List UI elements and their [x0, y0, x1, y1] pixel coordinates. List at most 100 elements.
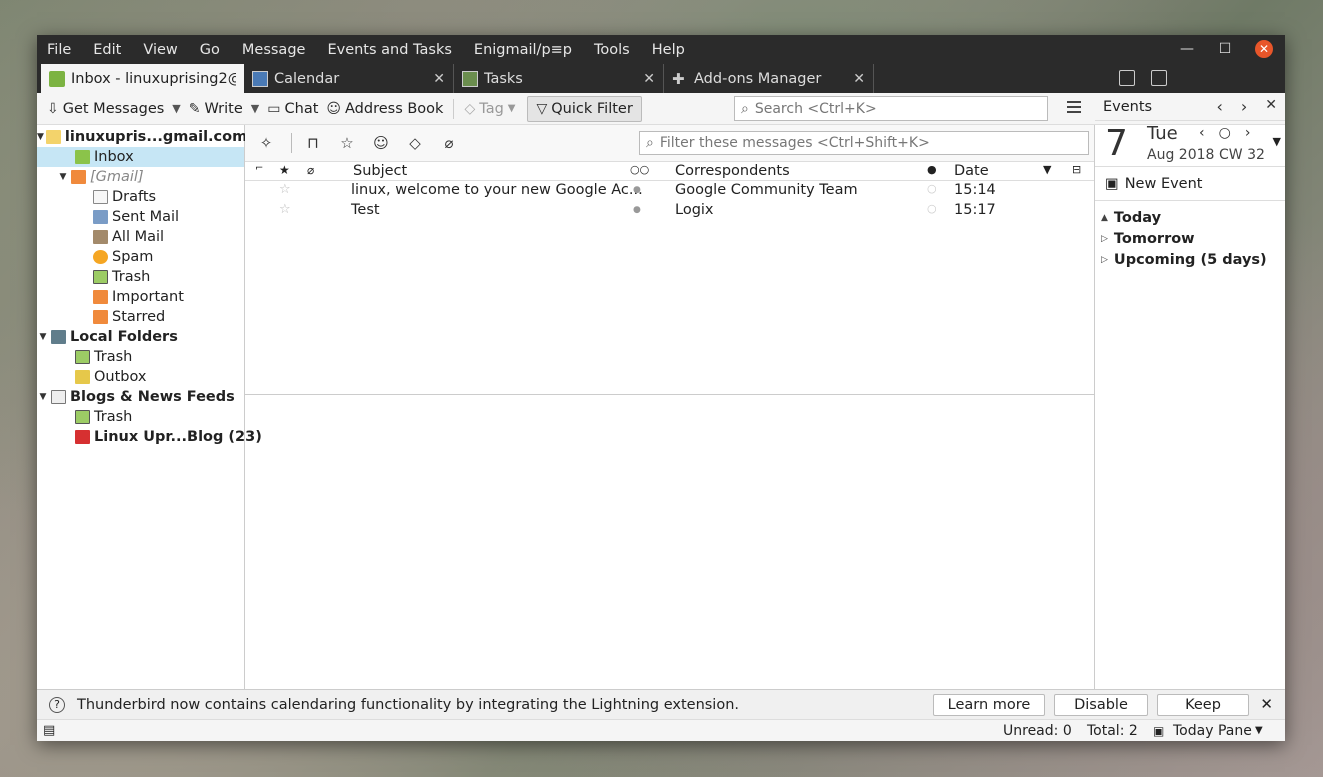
column-date[interactable]: Date — [954, 163, 989, 179]
table-row[interactable]: ☆ linux, welcome to your new Google Ac..… — [245, 181, 1094, 201]
read-column-icon[interactable]: ○○ — [630, 163, 649, 176]
twisty-open-icon[interactable]: ▼ — [37, 132, 44, 142]
chevron-right-icon[interactable]: › — [1241, 97, 1247, 116]
menu-go[interactable]: Go — [200, 42, 220, 58]
junk-icon[interactable]: ○ — [927, 202, 937, 215]
tab-tasks[interactable]: Tasks ✕ — [454, 64, 664, 93]
tag-icon[interactable]: ◇ — [406, 134, 424, 152]
attachment-icon[interactable]: ⌀ — [440, 134, 458, 152]
chat-button[interactable]: ▭ Chat — [263, 96, 322, 122]
star-icon[interactable]: ☆ — [279, 202, 291, 217]
keep-button[interactable]: Keep — [1157, 694, 1249, 716]
chevron-down-icon[interactable]: ▼ — [1043, 163, 1051, 176]
folder-feed-blog[interactable]: Linux Upr...Blog (23) — [37, 427, 262, 447]
close-icon[interactable]: ✕ — [433, 71, 445, 87]
close-icon[interactable]: ✕ — [1265, 97, 1277, 116]
folder-all-mail[interactable]: All Mail — [37, 227, 244, 247]
disable-button[interactable]: Disable — [1054, 694, 1148, 716]
folder-important-label: Important — [112, 289, 184, 305]
search-icon: ⌕ — [741, 100, 749, 117]
today-circle-icon[interactable]: ○ — [1219, 125, 1231, 141]
star-icon[interactable]: ☆ — [279, 182, 291, 197]
twisty-open-icon[interactable]: ▼ — [37, 332, 49, 342]
close-icon[interactable]: ✕ — [853, 71, 865, 87]
tab-calendar[interactable]: Calendar ✕ — [244, 64, 454, 93]
menu-help[interactable]: Help — [652, 42, 685, 58]
folder-spam[interactable]: Spam — [37, 247, 244, 267]
table-row[interactable]: ☆ Test ● Logix ○ 15:17 — [245, 201, 1094, 221]
star-icon[interactable]: ☆ — [338, 134, 356, 152]
chevron-down-icon[interactable]: ▼ — [168, 102, 184, 115]
column-correspondents[interactable]: Correspondents — [675, 163, 790, 179]
quick-filter-button[interactable]: ▽ Quick Filter — [527, 95, 642, 122]
chevron-right-icon[interactable]: › — [1245, 125, 1251, 141]
folder-inbox[interactable]: Inbox — [37, 147, 244, 167]
tag-button[interactable]: ◇ Tag ▼ — [460, 96, 519, 122]
today-pane-toggle[interactable]: Today Pane — [1173, 723, 1252, 739]
pin-icon[interactable]: ✧ — [257, 134, 275, 152]
tasks-tab-icon[interactable] — [1151, 70, 1167, 86]
menu-events-tasks[interactable]: Events and Tasks — [327, 42, 451, 58]
chevron-down-icon[interactable]: ▼ — [1255, 725, 1263, 736]
agenda-tomorrow[interactable]: ▷ Tomorrow — [1095, 228, 1285, 249]
folder-starred[interactable]: Starred — [37, 307, 244, 327]
search-input[interactable]: ⌕ Search <Ctrl+K> — [734, 96, 1048, 121]
contact-icon[interactable]: ☺ — [372, 134, 390, 152]
column-subject[interactable]: Subject — [353, 163, 407, 179]
tab-inbox[interactable]: Inbox - linuxuprising2@gmail.com — [41, 64, 244, 93]
close-window-icon[interactable]: ✕ — [1255, 40, 1273, 58]
folder-gmail[interactable]: ▼ [Gmail] — [37, 167, 244, 187]
minimize-icon[interactable]: — — [1179, 41, 1195, 57]
thread-icon[interactable]: ⌐ — [255, 163, 263, 174]
twisty-open-icon[interactable]: ▼ — [57, 172, 69, 182]
folder-trash[interactable]: Trash — [37, 267, 244, 287]
menu-edit[interactable]: Edit — [93, 42, 121, 58]
menu-message[interactable]: Message — [242, 42, 306, 58]
agenda-today[interactable]: ▲ Today — [1095, 207, 1285, 228]
get-messages-button[interactable]: ⇩ Get Messages — [43, 96, 168, 122]
folder-feeds-trash[interactable]: Trash — [37, 407, 244, 427]
menu-file[interactable]: File — [47, 42, 71, 58]
online-status-icon[interactable]: ▤ — [43, 723, 55, 738]
address-book-button[interactable]: ☺ Address Book — [322, 96, 447, 122]
star-column-icon[interactable]: ★ — [279, 163, 290, 177]
twisty-open-icon[interactable]: ▼ — [37, 392, 49, 402]
chevron-left-icon[interactable]: ‹ — [1216, 97, 1222, 116]
junk-icon[interactable]: ○ — [927, 182, 937, 195]
folder-drafts[interactable]: Drafts — [37, 187, 244, 207]
chevron-down-icon[interactable]: ▼ — [1273, 135, 1281, 148]
folder-account[interactable]: ▼ linuxupris...gmail.com — [37, 127, 247, 147]
menu-view[interactable]: View — [143, 42, 177, 58]
junk-column-icon[interactable]: ● — [927, 163, 937, 176]
write-button[interactable]: ✎ Write — [185, 96, 247, 122]
folder-feeds[interactable]: ▼ Blogs & News Feeds — [37, 387, 244, 407]
filter-messages-input[interactable]: ⌕ Filter these messages <Ctrl+Shift+K> — [639, 131, 1089, 155]
hamburger-menu-icon[interactable] — [1067, 101, 1081, 116]
folder-important[interactable]: Important — [37, 287, 244, 307]
learn-more-button[interactable]: Learn more — [933, 694, 1045, 716]
twisty-closed-icon[interactable]: ▷ — [1101, 234, 1108, 244]
chevron-left-icon[interactable]: ‹ — [1199, 125, 1205, 141]
folder-sent[interactable]: Sent Mail — [37, 207, 244, 227]
agenda-upcoming[interactable]: ▷ Upcoming (5 days) — [1095, 249, 1285, 270]
read-status-icon[interactable]: ● — [633, 185, 641, 195]
maximize-icon[interactable]: ☐ — [1217, 41, 1233, 57]
twisty-open-icon[interactable]: ▲ — [1101, 213, 1108, 223]
column-picker-icon[interactable]: ⊟ — [1072, 163, 1081, 176]
menu-tools[interactable]: Tools — [594, 42, 630, 58]
folder-outbox[interactable]: Outbox — [37, 367, 244, 387]
new-event-button[interactable]: ▣ New Event — [1095, 167, 1285, 201]
close-icon[interactable]: ✕ — [1260, 695, 1273, 713]
read-status-icon[interactable]: ● — [633, 205, 641, 215]
tabbar-tools — [1119, 70, 1167, 86]
attachment-column-icon[interactable]: ⌀ — [307, 163, 314, 177]
tab-addons[interactable]: ✚ Add-ons Manager ✕ — [664, 64, 874, 93]
chevron-down-icon[interactable]: ▼ — [247, 102, 263, 115]
twisty-closed-icon[interactable]: ▷ — [1101, 255, 1108, 265]
folder-local[interactable]: ▼ Local Folders — [37, 327, 244, 347]
folder-local-trash[interactable]: Trash — [37, 347, 244, 367]
close-icon[interactable]: ✕ — [643, 71, 655, 87]
calendar-tab-icon[interactable] — [1119, 70, 1135, 86]
bookmark-icon[interactable]: ⊓ — [304, 134, 322, 152]
menu-enigmail[interactable]: Enigmail/p≡p — [474, 42, 572, 58]
